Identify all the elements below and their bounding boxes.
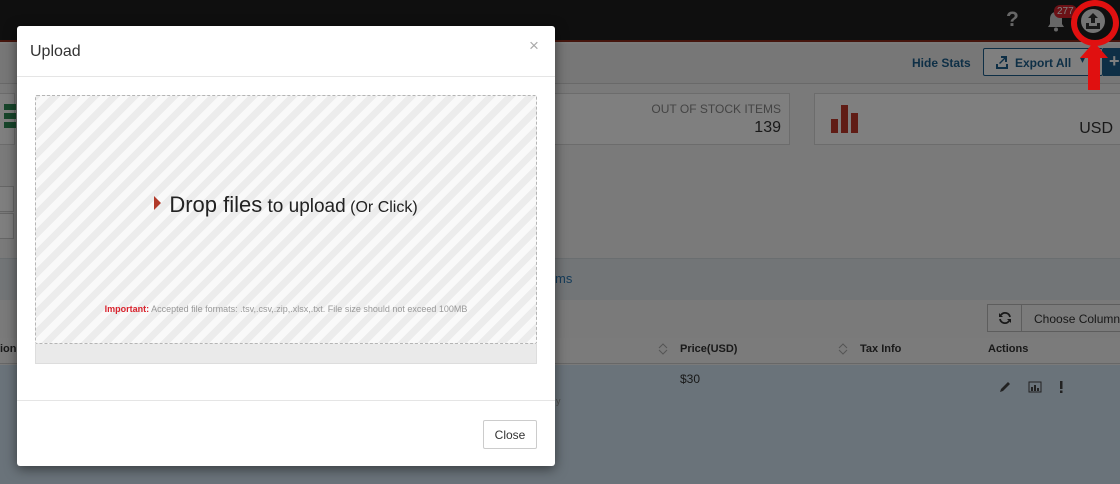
modal-title: Upload	[30, 43, 81, 60]
modal-header: Upload ×	[17, 26, 555, 77]
caret-right-icon	[154, 196, 162, 210]
drop-files-text: Drop files	[169, 192, 263, 217]
or-click-text: (Or Click)	[345, 199, 418, 216]
file-dropzone[interactable]: Drop files to upload (Or Click) Importan…	[35, 95, 537, 344]
upload-modal: Upload × Drop files to upload (Or Click)…	[17, 26, 555, 466]
file-format-note: Important: Accepted file formats: .tsv,.…	[36, 304, 536, 314]
file-format-text: Accepted file formats: .tsv,.csv,.zip,.x…	[149, 304, 468, 314]
modal-footer: Close	[17, 400, 555, 466]
upload-progress-bar	[35, 344, 537, 364]
close-button[interactable]: Close	[483, 420, 537, 449]
to-upload-text: to upload	[262, 196, 346, 217]
dropzone-message: Drop files to upload (Or Click)	[36, 192, 536, 218]
important-label: Important:	[104, 304, 150, 314]
close-icon[interactable]: ×	[529, 37, 539, 54]
